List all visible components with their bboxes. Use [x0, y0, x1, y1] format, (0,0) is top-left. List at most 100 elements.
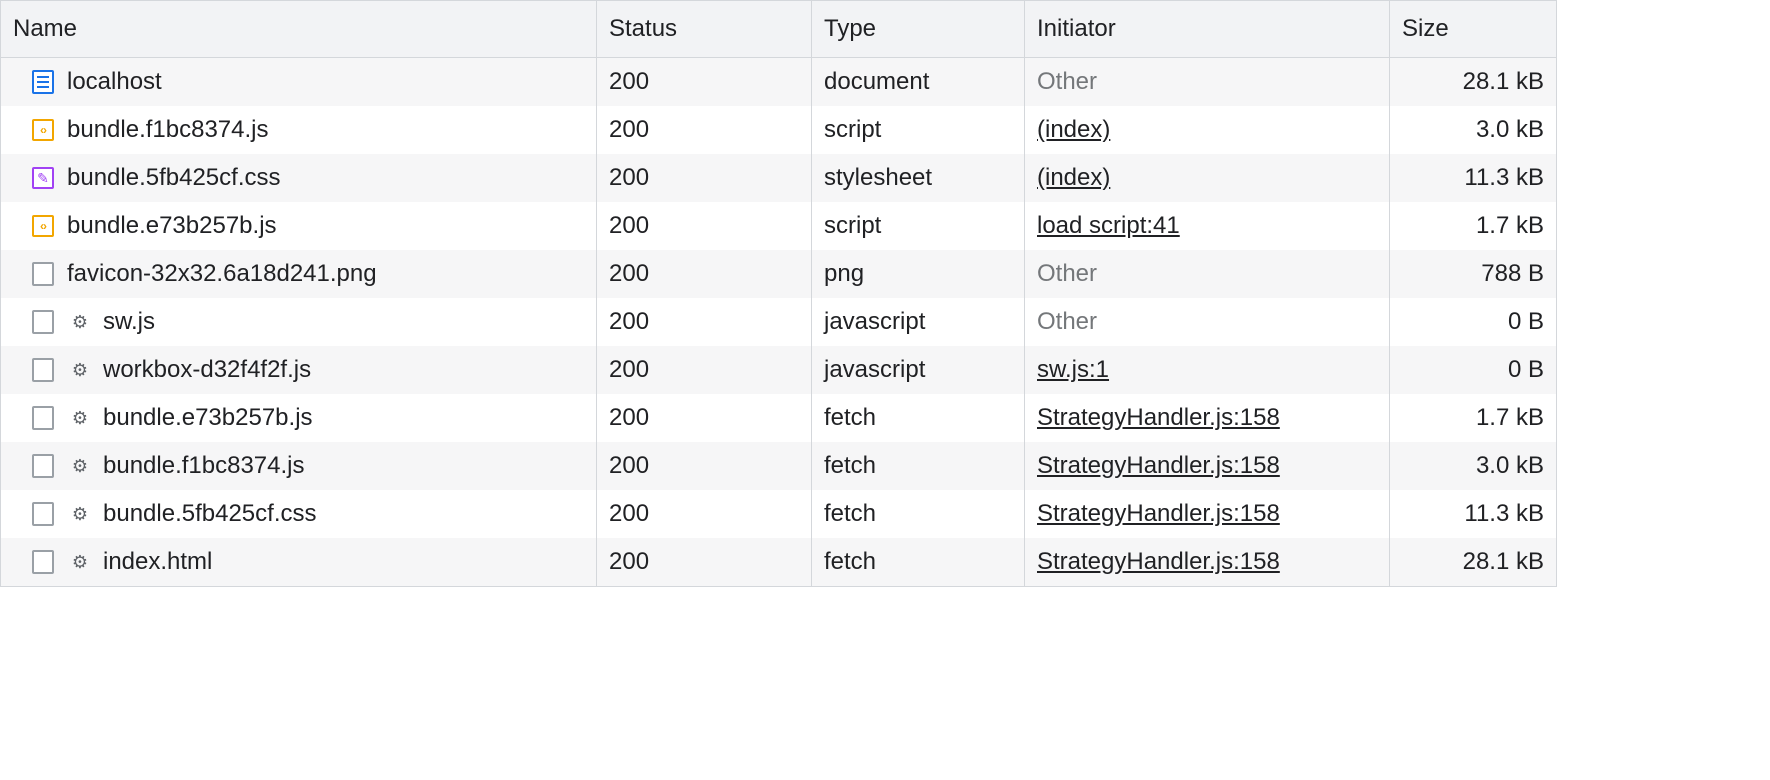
request-name: bundle.5fb425cf.css	[103, 500, 316, 528]
status-cell: 200	[597, 106, 812, 154]
column-header-initiator[interactable]: Initiator	[1025, 1, 1390, 58]
column-header-size[interactable]: Size	[1390, 1, 1557, 58]
column-header-status[interactable]: Status	[597, 1, 812, 58]
table-row[interactable]: bundle.e73b257b.js 200script load script:4…	[1, 202, 1557, 250]
type-cell: script	[812, 106, 1025, 154]
status-cell: 200	[597, 490, 812, 538]
initiator-text: Other	[1037, 68, 1097, 95]
type-cell: javascript	[812, 346, 1025, 394]
table-row[interactable]: ⚙workbox-d32f4f2f.js200javascript sw.js:1…	[1, 346, 1557, 394]
status-cell: 200	[597, 442, 812, 490]
other-file-icon	[31, 502, 55, 526]
initiator-cell[interactable]: (index)	[1025, 106, 1390, 154]
type-cell: fetch	[812, 490, 1025, 538]
column-header-type[interactable]: Type	[812, 1, 1025, 58]
type-cell: fetch	[812, 394, 1025, 442]
size-cell: 1.7 kB	[1390, 394, 1557, 442]
initiator-cell[interactable]: StrategyHandler.js:158	[1025, 490, 1390, 538]
initiator-cell[interactable]: StrategyHandler.js:158	[1025, 394, 1390, 442]
other-file-icon	[31, 262, 55, 286]
request-name: bundle.e73b257b.js	[103, 404, 313, 432]
size-cell: 11.3 kB	[1390, 490, 1557, 538]
request-name: favicon-32x32.6a18d241.png	[67, 260, 377, 288]
gear-icon: ⚙	[69, 359, 91, 381]
name-cell[interactable]: ⚙sw.js	[1, 298, 597, 346]
size-cell: 28.1 kB	[1390, 58, 1557, 107]
size-cell: 28.1 kB	[1390, 538, 1557, 587]
type-cell: png	[812, 250, 1025, 298]
status-cell: 200	[597, 202, 812, 250]
initiator-link[interactable]: (index)	[1037, 164, 1110, 191]
table-header-row: Name Status Type Initiator Size	[1, 1, 1557, 58]
initiator-link[interactable]: StrategyHandler.js:158	[1037, 404, 1280, 431]
initiator-link[interactable]: StrategyHandler.js:158	[1037, 500, 1280, 527]
type-cell: document	[812, 58, 1025, 107]
request-name: index.html	[103, 548, 212, 576]
name-cell[interactable]: bundle.e73b257b.js	[1, 202, 597, 250]
table-row[interactable]: bundle.5fb425cf.css200stylesheet(index)1…	[1, 154, 1557, 202]
status-cell: 200	[597, 58, 812, 107]
name-cell[interactable]: ⚙ bundle.e73b257b.js	[1, 394, 597, 442]
type-cell: fetch	[812, 538, 1025, 587]
size-cell: 0 B	[1390, 298, 1557, 346]
table-row[interactable]: ⚙index.html200fetch StrategyHandler.js:15…	[1, 538, 1557, 587]
gear-icon: ⚙	[69, 503, 91, 525]
status-cell: 200	[597, 298, 812, 346]
gear-icon: ⚙	[69, 311, 91, 333]
name-cell[interactable]: ⚙workbox-d32f4f2f.js	[1, 346, 597, 394]
table-row[interactable]: ⚙ bundle.e73b257b.js 200fetch StrategyHandl…	[1, 394, 1557, 442]
table-row[interactable]: bundle.f1bc8374.js 200script (index) 3.0 kB	[1, 106, 1557, 154]
initiator-cell[interactable]: (index)	[1025, 154, 1390, 202]
name-cell[interactable]: ⚙index.html	[1, 538, 597, 587]
name-cell[interactable]: bundle.f1bc8374.js	[1, 106, 597, 154]
script-file-icon	[31, 214, 55, 238]
request-name: bundle.f1bc8374.js	[103, 452, 305, 480]
table-row[interactable]: ⚙ bundle.5fb425cf.css 200fetch StrategyHand…	[1, 490, 1557, 538]
document-file-icon	[31, 70, 55, 94]
other-file-icon	[31, 550, 55, 574]
gear-icon: ⚙	[69, 407, 91, 429]
status-cell: 200	[597, 346, 812, 394]
network-table: Name Status Type Initiator Size localhos…	[0, 0, 1557, 587]
column-header-name[interactable]: Name	[1, 1, 597, 58]
status-cell: 200	[597, 538, 812, 587]
initiator-text: Other	[1037, 308, 1097, 335]
initiator-cell: Other	[1025, 58, 1390, 107]
gear-icon: ⚙	[69, 455, 91, 477]
initiator-link[interactable]: (index)	[1037, 116, 1110, 143]
initiator-link[interactable]: load script:41	[1037, 212, 1180, 239]
initiator-text: Other	[1037, 260, 1097, 287]
name-cell[interactable]: ⚙ bundle.f1bc8374.js	[1, 442, 597, 490]
script-file-icon	[31, 118, 55, 142]
status-cell: 200	[597, 154, 812, 202]
status-cell: 200	[597, 250, 812, 298]
table-row[interactable]: ⚙sw.js200javascriptOther0 B	[1, 298, 1557, 346]
initiator-link[interactable]: sw.js:1	[1037, 356, 1109, 383]
initiator-cell[interactable]: sw.js:1	[1025, 346, 1390, 394]
status-cell: 200	[597, 394, 812, 442]
initiator-cell: Other	[1025, 298, 1390, 346]
stylesheet-file-icon	[31, 166, 55, 190]
request-name: localhost	[67, 68, 162, 96]
other-file-icon	[31, 310, 55, 334]
initiator-cell[interactable]: load script:41	[1025, 202, 1390, 250]
type-cell: fetch	[812, 442, 1025, 490]
request-name: bundle.e73b257b.js	[67, 212, 277, 240]
table-row[interactable]: ⚙ bundle.f1bc8374.js 200fetch StrategyHandl…	[1, 442, 1557, 490]
name-cell[interactable]: ⚙ bundle.5fb425cf.css	[1, 490, 597, 538]
name-cell[interactable]: favicon-32x32.6a18d241.png	[1, 250, 597, 298]
table-row[interactable]: localhost 200document Other 28.1 kB	[1, 58, 1557, 107]
type-cell: stylesheet	[812, 154, 1025, 202]
initiator-link[interactable]: StrategyHandler.js:158	[1037, 548, 1280, 575]
initiator-link[interactable]: StrategyHandler.js:158	[1037, 452, 1280, 479]
initiator-cell[interactable]: StrategyHandler.js:158	[1025, 442, 1390, 490]
other-file-icon	[31, 454, 55, 478]
name-cell[interactable]: bundle.5fb425cf.css	[1, 154, 597, 202]
initiator-cell[interactable]: StrategyHandler.js:158	[1025, 538, 1390, 587]
size-cell: 3.0 kB	[1390, 106, 1557, 154]
type-cell: script	[812, 202, 1025, 250]
table-row[interactable]: favicon-32x32.6a18d241.png200pngOther788…	[1, 250, 1557, 298]
request-name: bundle.f1bc8374.js	[67, 116, 269, 144]
size-cell: 3.0 kB	[1390, 442, 1557, 490]
name-cell[interactable]: localhost	[1, 58, 597, 107]
